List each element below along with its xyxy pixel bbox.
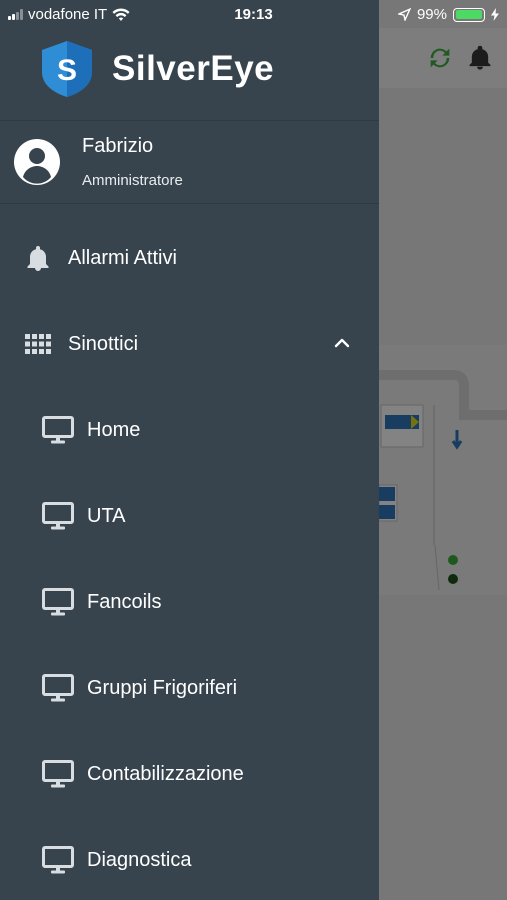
brand-header: S SilverEye (40, 40, 274, 98)
submenu-item-diagnostica[interactable]: Diagnostica (0, 830, 379, 890)
charging-icon (491, 8, 499, 21)
user-profile[interactable]: Fabrizio Amministratore (14, 135, 183, 189)
app-title: SilverEye (112, 49, 275, 88)
submenu-label: Home (87, 418, 141, 441)
menu-item-sinottici[interactable]: Sinottici (0, 314, 379, 374)
divider (0, 203, 379, 204)
monitor-icon (42, 502, 74, 530)
submenu-label: Fancoils (87, 590, 162, 613)
navigation-drawer: S SilverEye Fabrizio Amministratore Alla… (0, 0, 379, 900)
divider (0, 120, 379, 121)
monitor-icon (42, 674, 74, 702)
submenu-item-fancoils[interactable]: Fancoils (0, 572, 379, 632)
battery-icon (453, 7, 485, 22)
monitor-icon (42, 760, 74, 788)
submenu-item-gruppi-frigoriferi[interactable]: Gruppi Frigoriferi (0, 658, 379, 718)
battery-percent: 99% (416, 6, 447, 23)
submenu-label: Diagnostica (87, 848, 192, 871)
silvereye-logo-icon: S (42, 41, 92, 97)
submenu-item-uta[interactable]: UTA (0, 486, 379, 546)
menu-label: Sinottici (68, 332, 139, 355)
submenu-label: Contabilizzazione (87, 762, 244, 785)
monitor-icon (42, 416, 74, 444)
menu-item-allarmi-attivi[interactable]: Allarmi Attivi (0, 228, 379, 288)
avatar-icon (14, 139, 60, 185)
submenu-label: Gruppi Frigoriferi (87, 676, 238, 699)
grid-icon (24, 330, 52, 358)
monitor-icon (42, 588, 74, 616)
chevron-up-icon[interactable] (333, 334, 351, 352)
monitor-icon (42, 846, 74, 874)
submenu-label: UTA (87, 504, 126, 527)
bell-icon (24, 244, 52, 272)
location-icon (397, 8, 411, 21)
submenu-item-contabilizzazione[interactable]: Contabilizzazione (0, 744, 379, 804)
svg-text:S: S (57, 54, 77, 87)
menu-label: Allarmi Attivi (68, 246, 177, 269)
user-name: Fabrizio (82, 135, 154, 157)
status-bar: vodafone IT 19:13 99% (0, 0, 507, 28)
user-role: Amministratore (82, 172, 183, 189)
submenu-item-home[interactable]: Home (0, 400, 379, 460)
